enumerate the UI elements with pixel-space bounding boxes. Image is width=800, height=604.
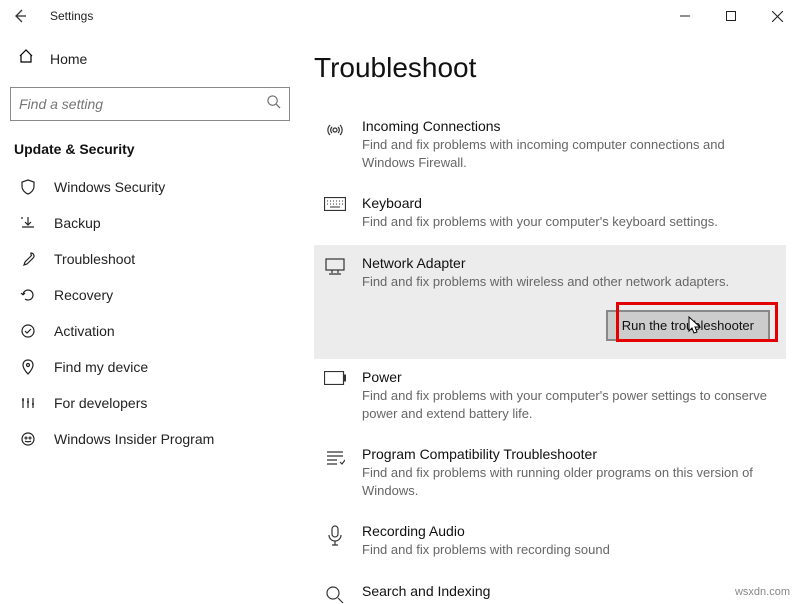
nav-label: Backup bbox=[54, 215, 101, 231]
troubleshooter-program-compatibility[interactable]: Program Compatibility Troubleshooter Fin… bbox=[314, 436, 786, 513]
keyboard-icon bbox=[320, 195, 350, 231]
power-icon bbox=[320, 369, 350, 422]
microphone-icon bbox=[320, 523, 350, 559]
back-button[interactable] bbox=[10, 6, 30, 26]
troubleshooter-recording-audio[interactable]: Recording Audio Find and fix problems wi… bbox=[314, 513, 786, 573]
troubleshooter-network-adapter[interactable]: Network Adapter Find and fix problems wi… bbox=[314, 245, 786, 360]
window-controls bbox=[662, 0, 800, 32]
home-icon bbox=[18, 48, 34, 69]
recovery-icon bbox=[18, 287, 38, 303]
maximize-button[interactable] bbox=[708, 0, 754, 32]
backup-icon bbox=[18, 215, 38, 231]
nav-label: For developers bbox=[54, 395, 147, 411]
nav-troubleshoot[interactable]: Troubleshoot bbox=[10, 241, 290, 277]
nav-windows-insider[interactable]: Windows Insider Program bbox=[10, 421, 290, 457]
troubleshooter-incoming-connections[interactable]: Incoming Connections Find and fix proble… bbox=[314, 108, 786, 185]
troubleshooter-title: Incoming Connections bbox=[362, 118, 780, 134]
home-label: Home bbox=[50, 51, 87, 67]
troubleshooter-desc: Find and fix problems with your computer… bbox=[362, 387, 780, 422]
nav-label: Recovery bbox=[54, 287, 113, 303]
insider-icon bbox=[18, 431, 38, 447]
nav-find-my-device[interactable]: Find my device bbox=[10, 349, 290, 385]
nav-label: Windows Security bbox=[54, 179, 165, 195]
page-title: Troubleshoot bbox=[314, 52, 786, 84]
nav-label: Find my device bbox=[54, 359, 148, 375]
troubleshooter-desc: Find and fix problems with wireless and … bbox=[362, 273, 780, 291]
search-input[interactable] bbox=[19, 96, 266, 112]
main-content: Troubleshoot Incoming Connections Find a… bbox=[300, 32, 800, 604]
troubleshooter-title: Recording Audio bbox=[362, 523, 780, 539]
troubleshooter-title: Power bbox=[362, 369, 780, 385]
search-icon bbox=[266, 94, 281, 114]
troubleshooter-desc: Find and fix problems with incoming comp… bbox=[362, 136, 780, 171]
nav-backup[interactable]: Backup bbox=[10, 205, 290, 241]
sidebar: Home Update & Security Windows Security … bbox=[0, 32, 300, 604]
activation-icon bbox=[18, 323, 38, 339]
troubleshooter-desc: Find and fix problems with your computer… bbox=[362, 213, 780, 231]
wrench-icon bbox=[18, 251, 38, 267]
troubleshooter-title: Network Adapter bbox=[362, 255, 780, 271]
close-button[interactable] bbox=[754, 0, 800, 32]
shield-icon bbox=[18, 179, 38, 195]
cursor-icon bbox=[688, 316, 702, 334]
titlebar: Settings bbox=[0, 0, 800, 32]
window-title: Settings bbox=[50, 9, 93, 23]
nav-for-developers[interactable]: For developers bbox=[10, 385, 290, 421]
incoming-connections-icon bbox=[320, 118, 350, 171]
nav-label: Activation bbox=[54, 323, 115, 339]
troubleshooter-title: Program Compatibility Troubleshooter bbox=[362, 446, 780, 462]
troubleshooter-search-indexing[interactable]: Search and Indexing Find and fix problem… bbox=[314, 573, 786, 604]
search-indexing-icon bbox=[320, 583, 350, 604]
nav-windows-security[interactable]: Windows Security bbox=[10, 169, 290, 205]
section-header: Update & Security bbox=[14, 141, 290, 157]
developers-icon bbox=[18, 395, 38, 411]
search-box[interactable] bbox=[10, 87, 290, 121]
home-nav[interactable]: Home bbox=[10, 40, 290, 77]
network-adapter-icon bbox=[320, 255, 350, 342]
minimize-button[interactable] bbox=[662, 0, 708, 32]
nav-activation[interactable]: Activation bbox=[10, 313, 290, 349]
troubleshooter-desc: Find and fix problems with running older… bbox=[362, 464, 780, 499]
nav-recovery[interactable]: Recovery bbox=[10, 277, 290, 313]
troubleshooter-title: Search and Indexing bbox=[362, 583, 780, 599]
nav-label: Troubleshoot bbox=[54, 251, 135, 267]
troubleshooter-power[interactable]: Power Find and fix problems with your co… bbox=[314, 359, 786, 436]
location-icon bbox=[18, 359, 38, 375]
troubleshooter-desc: Find and fix problems with recording sou… bbox=[362, 541, 780, 559]
troubleshooter-title: Keyboard bbox=[362, 195, 780, 211]
watermark: wsxdn.com bbox=[735, 586, 790, 598]
nav-label: Windows Insider Program bbox=[54, 431, 214, 447]
troubleshooter-keyboard[interactable]: Keyboard Find and fix problems with your… bbox=[314, 185, 786, 245]
compatibility-icon bbox=[320, 446, 350, 499]
